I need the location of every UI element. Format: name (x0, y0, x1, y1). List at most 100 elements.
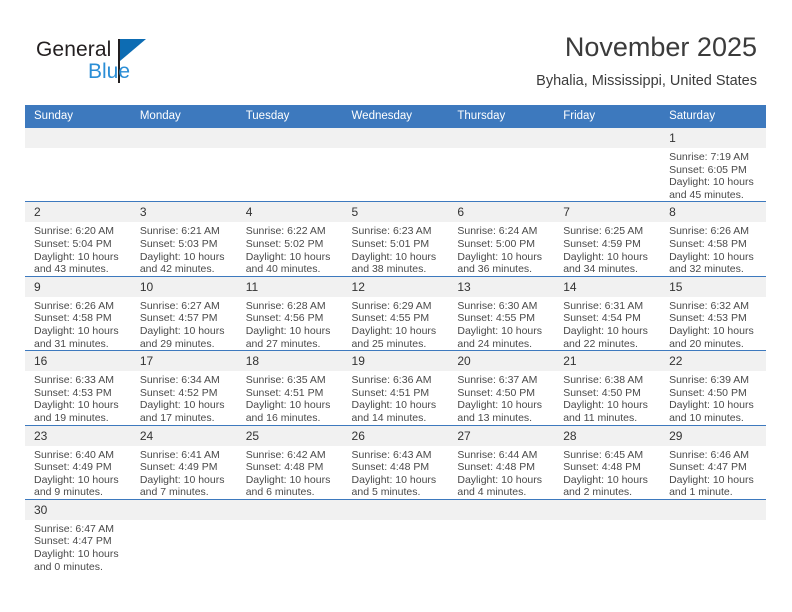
day-details: Sunrise: 6:31 AM Sunset: 4:54 PM Daylight:… (554, 297, 660, 350)
sunset-text: Sunset: 4:50 PM (563, 386, 641, 399)
sunset-text: Sunset: 4:47 PM (34, 535, 112, 548)
sunrise-text: Sunrise: 6:38 AM (563, 374, 644, 387)
calendar-day-cell[interactable]: 10 Sunrise: 6:27 AM Sunset: 4:57 PM Dayligh… (130, 275, 237, 351)
calendar-day-cell-empty (130, 126, 237, 202)
weekday-header-saturday: Saturday (660, 105, 766, 128)
day-details: Sunrise: 6:28 AM Sunset: 4:56 PM Daylight:… (237, 297, 343, 350)
daylight-text: Daylight: 10 hours and 40 minutes. (245, 250, 331, 276)
calendar-body: 1 Sunrise: 7:19 AM Sunset: 6:05 PM Daylight… (25, 126, 766, 574)
sunrise-text: Sunrise: 6:25 AM (563, 225, 644, 238)
sunset-text: Sunset: 4:53 PM (34, 386, 112, 399)
sunset-text: Sunset: 4:59 PM (563, 237, 641, 250)
calendar-day-cell[interactable]: 24 Sunrise: 6:41 AM Sunset: 4:49 PM Dayligh… (130, 424, 237, 500)
daylight-text: Daylight: 10 hours and 27 minutes. (245, 324, 331, 350)
calendar-day-cell[interactable]: 28 Sunrise: 6:45 AM Sunset: 4:48 PM Dayligh… (554, 424, 661, 500)
calendar-day-cell[interactable]: 4 Sunrise: 6:22 AM Sunset: 5:02 PM Daylight… (236, 201, 343, 277)
calendar-day-cell[interactable]: 3 Sunrise: 6:21 AM Sunset: 5:03 PM Daylight… (130, 201, 237, 277)
day-number: 9 (25, 276, 131, 297)
calendar-day-cell[interactable]: 6 Sunrise: 6:24 AM Sunset: 5:00 PM Daylight… (448, 201, 555, 277)
daylight-text: Daylight: 10 hours and 19 minutes. (34, 399, 119, 424)
daylight-text: Daylight: 10 hours and 42 minutes. (139, 250, 225, 276)
calendar-day-cell[interactable]: 13 Sunrise: 6:30 AM Sunset: 4:55 PM Dayligh… (448, 275, 555, 351)
calendar-day-cell[interactable]: 29 Sunrise: 6:46 AM Sunset: 4:47 PM Dayligh… (660, 424, 766, 500)
calendar-day-cell[interactable]: 16 Sunrise: 6:33 AM Sunset: 4:53 PM Dayligh… (25, 350, 131, 425)
general-blue-logo[interactable]: General Blue (36, 38, 166, 86)
day-number: 2 (25, 202, 131, 223)
calendar-week-row: 9 Sunrise: 6:26 AM Sunset: 4:58 PM Daylight… (25, 275, 766, 351)
logo-text-blue: Blue (88, 60, 131, 83)
sunset-text: Sunset: 4:58 PM (669, 237, 747, 250)
day-details: Sunrise: 7:19 AM Sunset: 6:05 PM Daylight:… (660, 148, 766, 201)
calendar-week-row: 1 Sunrise: 7:19 AM Sunset: 6:05 PM Daylight… (25, 126, 766, 202)
day-details: Sunrise: 6:47 AM Sunset: 4:47 PM Daylight:… (25, 520, 131, 573)
sunset-text: Sunset: 5:04 PM (34, 237, 112, 250)
calendar-day-cell[interactable]: 26 Sunrise: 6:43 AM Sunset: 4:48 PM Dayligh… (342, 424, 449, 500)
daylight-text: Daylight: 10 hours and 24 minutes. (457, 324, 543, 350)
day-number (554, 499, 661, 520)
logo-flag-icon (120, 39, 146, 61)
title-block: November 2025 Byhalia, Mississippi, Unit… (536, 30, 757, 92)
sunset-text: Sunset: 4:57 PM (139, 312, 218, 325)
weekday-header-monday: Monday (130, 105, 237, 128)
calendar-day-cell[interactable]: 27 Sunrise: 6:44 AM Sunset: 4:48 PM Dayligh… (448, 424, 555, 500)
daylight-text: Daylight: 10 hours and 25 minutes. (351, 324, 437, 350)
day-number: 29 (660, 425, 766, 446)
weekday-header-sunday: Sunday (25, 105, 131, 128)
calendar-day-cell[interactable]: 15 Sunrise: 6:32 AM Sunset: 4:53 PM Dayligh… (660, 275, 766, 351)
calendar-week-row: 23 Sunrise: 6:40 AM Sunset: 4:49 PM Dayligh… (25, 424, 766, 500)
day-number (236, 128, 343, 148)
calendar-day-cell-empty (236, 498, 343, 574)
day-number (236, 499, 343, 520)
sunrise-text: Sunrise: 6:33 AM (34, 374, 114, 387)
calendar-day-cell[interactable]: 2 Sunrise: 6:20 AM Sunset: 5:04 PM Daylight… (25, 201, 131, 277)
calendar-day-cell[interactable]: 1 Sunrise: 7:19 AM Sunset: 6:05 PM Daylight… (660, 126, 766, 202)
day-number: 26 (342, 425, 449, 446)
calendar-day-cell[interactable]: 17 Sunrise: 6:34 AM Sunset: 4:52 PM Dayligh… (130, 350, 237, 425)
calendar-day-cell[interactable]: 12 Sunrise: 6:29 AM Sunset: 4:55 PM Dayligh… (342, 275, 449, 351)
sunrise-text: Sunrise: 6:29 AM (351, 299, 432, 312)
calendar-day-cell[interactable]: 18 Sunrise: 6:35 AM Sunset: 4:51 PM Dayligh… (236, 350, 343, 425)
daylight-text: Daylight: 10 hours and 2 minutes. (563, 473, 648, 499)
sunset-text: Sunset: 4:51 PM (245, 386, 324, 399)
calendar-day-cell[interactable]: 23 Sunrise: 6:40 AM Sunset: 4:49 PM Dayligh… (25, 424, 131, 500)
calendar-day-cell[interactable]: 25 Sunrise: 6:42 AM Sunset: 4:48 PM Dayligh… (236, 424, 343, 500)
logo-text-general: General (36, 38, 112, 61)
calendar-day-cell[interactable]: 11 Sunrise: 6:28 AM Sunset: 4:56 PM Dayligh… (236, 275, 343, 351)
calendar-day-cell-empty (660, 498, 766, 574)
daylight-text: Daylight: 10 hours and 43 minutes. (34, 250, 119, 276)
weekday-header-wednesday: Wednesday (342, 105, 449, 128)
weekday-header-tuesday: Tuesday (236, 105, 343, 128)
sunrise-text: Sunrise: 6:40 AM (34, 448, 114, 461)
calendar-day-cell[interactable]: 19 Sunrise: 6:36 AM Sunset: 4:51 PM Dayligh… (342, 350, 449, 425)
daylight-text: Daylight: 10 hours and 7 minutes. (139, 473, 225, 499)
calendar-day-cell-empty (236, 126, 343, 202)
calendar-day-cell[interactable]: 9 Sunrise: 6:26 AM Sunset: 4:58 PM Daylight… (25, 275, 131, 351)
sunset-text: Sunset: 5:03 PM (139, 237, 218, 250)
day-number: 24 (130, 425, 237, 446)
day-details: Sunrise: 6:26 AM Sunset: 4:58 PM Daylight:… (660, 222, 766, 275)
calendar-day-cell[interactable]: 7 Sunrise: 6:25 AM Sunset: 4:59 PM Daylight… (554, 201, 661, 277)
day-details: Sunrise: 6:41 AM Sunset: 4:49 PM Daylight:… (131, 446, 237, 499)
day-details: Sunrise: 6:40 AM Sunset: 4:49 PM Daylight:… (25, 446, 131, 499)
calendar-day-cell[interactable]: 20 Sunrise: 6:37 AM Sunset: 4:50 PM Dayligh… (448, 350, 555, 425)
day-number: 28 (554, 425, 661, 446)
daylight-text: Daylight: 10 hours and 38 minutes. (351, 250, 437, 276)
day-details: Sunrise: 6:42 AM Sunset: 4:48 PM Daylight:… (237, 446, 343, 499)
sunrise-text: Sunrise: 6:39 AM (669, 374, 750, 387)
calendar-day-cell[interactable]: 5 Sunrise: 6:23 AM Sunset: 5:01 PM Daylight… (342, 201, 449, 277)
calendar-day-cell[interactable]: 21 Sunrise: 6:38 AM Sunset: 4:50 PM Dayligh… (554, 350, 661, 425)
sunset-text: Sunset: 4:50 PM (457, 386, 536, 399)
calendar-day-cell[interactable]: 22 Sunrise: 6:39 AM Sunset: 4:50 PM Dayligh… (660, 350, 766, 425)
day-details: Sunrise: 6:21 AM Sunset: 5:03 PM Daylight:… (131, 222, 237, 275)
sunset-text: Sunset: 4:49 PM (139, 461, 218, 474)
calendar-day-cell[interactable]: 30 Sunrise: 6:47 AM Sunset: 4:47 PM Dayligh… (25, 498, 131, 574)
day-number (342, 128, 449, 148)
day-details: Sunrise: 6:32 AM Sunset: 4:53 PM Daylight:… (660, 297, 766, 350)
sunset-text: Sunset: 4:48 PM (351, 461, 430, 474)
calendar-container: Sunday Monday Tuesday Wednesday Thursday… (25, 105, 766, 574)
calendar-day-cell[interactable]: 8 Sunrise: 6:26 AM Sunset: 4:58 PM Daylight… (660, 201, 766, 277)
sunrise-text: Sunrise: 6:28 AM (245, 299, 326, 312)
daylight-text: Daylight: 10 hours and 34 minutes. (563, 250, 648, 276)
calendar-day-cell[interactable]: 14 Sunrise: 6:31 AM Sunset: 4:54 PM Dayligh… (554, 275, 661, 351)
calendar-week-row: 2 Sunrise: 6:20 AM Sunset: 5:04 PM Daylight… (25, 201, 766, 277)
